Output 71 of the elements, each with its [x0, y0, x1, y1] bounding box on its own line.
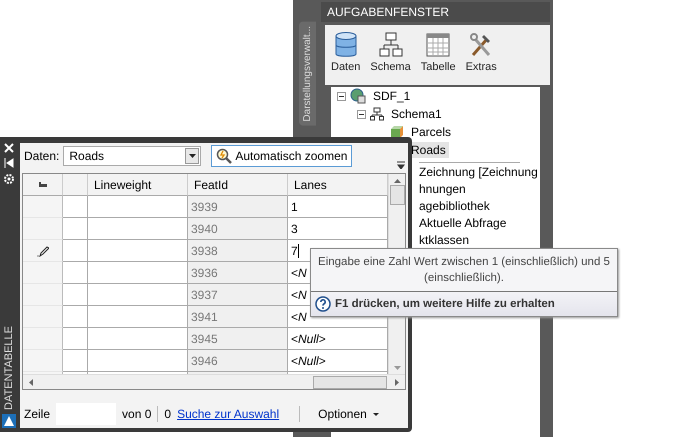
tree-item[interactable]: SDF_1 — [370, 88, 414, 104]
table-icon — [426, 31, 450, 59]
pencil-icon — [36, 244, 48, 256]
close-icon[interactable] — [4, 143, 14, 153]
table-cell: 3940 — [188, 218, 288, 240]
tooltip-text: Eingabe eine Zahl Wert zwischen 1 (einschließlich) und 5 (einschließlich). — [317, 255, 611, 286]
logo-icon — [2, 414, 16, 428]
tree-item[interactable]: Schema1 — [388, 106, 445, 122]
tree-item[interactable]: Aktuelle Abfrage — [419, 215, 540, 232]
column-header[interactable]: Lineweight — [88, 174, 188, 196]
scroll-down-icon[interactable] — [394, 366, 400, 370]
tool-button[interactable]: Tabelle — [418, 31, 458, 85]
table-cell: 3946 — [188, 350, 288, 372]
horizontal-scrollbar[interactable] — [23, 374, 405, 389]
scroll-thumb[interactable] — [390, 185, 404, 205]
table-cell — [63, 284, 88, 306]
hierarchy-icon — [378, 31, 403, 59]
cube-icon — [390, 125, 404, 139]
table-cell — [63, 328, 88, 350]
overflow-icon[interactable] — [397, 161, 405, 169]
table-cell: 3941 — [188, 306, 288, 328]
window-title: DATENTABELLE — [3, 326, 15, 410]
row-header[interactable] — [23, 240, 63, 262]
help-icon — [315, 296, 331, 312]
tree-item[interactable]: ktklassen — [419, 232, 540, 249]
database-icon — [334, 31, 358, 59]
row-total: von 0 — [122, 407, 152, 421]
row-label: Zeile — [24, 407, 50, 421]
pin-icon[interactable] — [4, 157, 14, 169]
pane-title: AUFGABENFENSTER — [321, 2, 550, 22]
collapse-icon[interactable] — [357, 110, 366, 118]
side-tab[interactable]: Darstellungsverwalt... — [298, 22, 316, 126]
tool-button[interactable]: Extras — [464, 31, 499, 85]
globe-icon — [350, 88, 366, 104]
scroll-left-icon[interactable] — [29, 378, 33, 386]
tree-item[interactable]: hnungen — [419, 181, 540, 198]
zoom-icon — [216, 148, 232, 164]
column-header[interactable]: FeatId — [188, 174, 288, 196]
table-cell — [63, 262, 88, 284]
table-cell: 3936 — [188, 262, 288, 284]
table-cell: 3938 — [188, 240, 288, 262]
source-dropdown[interactable]: Roads — [63, 146, 202, 166]
selection-count: 0 — [164, 407, 172, 421]
tree-item[interactable]: agebibliothek — [419, 198, 540, 215]
table-cell — [63, 350, 88, 372]
data-label: Daten: — [24, 149, 60, 163]
collapse-icon[interactable] — [337, 92, 346, 100]
table-cell — [63, 218, 88, 240]
tree-item[interactable]: Zeichnung [Zeichnung — [419, 164, 540, 181]
table-cell: 3937 — [188, 284, 288, 306]
table-cell: 3939 — [188, 196, 288, 218]
column-header[interactable]: Lanes — [288, 174, 388, 196]
search-selection-link[interactable]: Suche zur Auswahl — [177, 407, 280, 421]
hierarchy-icon — [370, 107, 384, 121]
caret-icon — [188, 154, 196, 158]
settings-icon[interactable] — [3, 173, 15, 185]
table-cell — [63, 306, 88, 328]
tree-item[interactable]: Parcels — [408, 124, 454, 140]
table-cell — [63, 196, 88, 218]
table-cell: 3945 — [188, 328, 288, 350]
tool-button[interactable]: Schema — [368, 31, 413, 85]
select-all-icon[interactable] — [38, 182, 46, 187]
column-header[interactable] — [23, 174, 63, 196]
caret-icon — [372, 412, 379, 416]
scroll-thumb[interactable] — [313, 376, 387, 388]
scroll-up-icon[interactable] — [394, 179, 400, 183]
auto-zoom-button[interactable]: Automatisch zoomen — [211, 145, 352, 167]
table-cell — [63, 240, 88, 262]
options-menu-button[interactable]: Optionen — [312, 406, 385, 422]
tool-button[interactable]: Daten — [329, 31, 362, 85]
scroll-right-icon[interactable] — [395, 378, 399, 386]
